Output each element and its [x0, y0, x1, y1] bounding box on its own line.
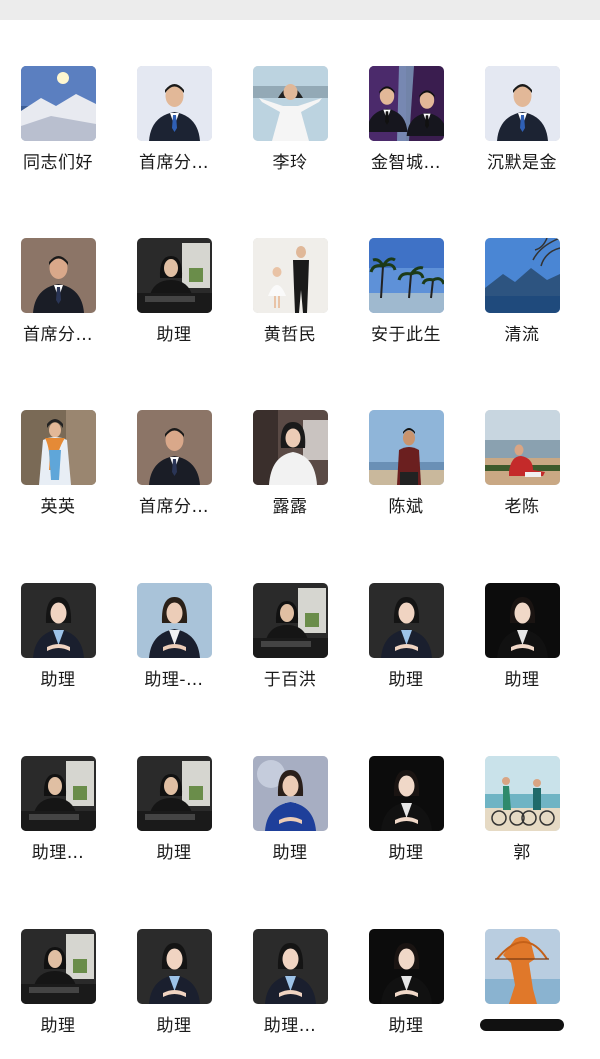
contact-item[interactable]: 助理 [232, 756, 348, 886]
snow-mountain-avatar [21, 66, 96, 141]
contact-item[interactable]: 老陈 [464, 410, 580, 540]
contact-name: 助理 [388, 843, 424, 863]
contact-name: 老陈 [504, 497, 540, 517]
contact-name: 助理 [388, 1016, 424, 1036]
woman-suit-black-avatar [369, 929, 444, 1004]
contact-name: 黄哲民 [263, 325, 317, 345]
contact-item[interactable]: 助理 [0, 583, 116, 713]
man-seaside-avatar [369, 410, 444, 485]
contact-name: 助理 [272, 843, 308, 863]
contact-name: 首席分… [23, 325, 93, 345]
contact-item[interactable]: 沉默是金 [464, 66, 580, 196]
contact-item[interactable]: 助理 [348, 929, 464, 1059]
woman-suit-black-avatar [369, 756, 444, 831]
woman-suit-dark-avatar [137, 929, 212, 1004]
woman-suit-dark-avatar [369, 583, 444, 658]
redacted-name [480, 1019, 564, 1031]
contact-item[interactable]: 李玲 [232, 66, 348, 196]
woman-suit-black-avatar [485, 583, 560, 658]
contact-item[interactable]: 助理 [348, 756, 464, 886]
man-suit-avatar [137, 66, 212, 141]
contact-item[interactable]: 陈斌 [348, 410, 464, 540]
contact-item[interactable]: 金智城… [348, 66, 464, 196]
woman-suit-dark-avatar [21, 583, 96, 658]
contact-item[interactable]: 黄哲民 [232, 238, 348, 368]
contact-item[interactable]: 安于此生 [348, 238, 464, 368]
contact-name: 助理 [40, 670, 76, 690]
contact-name: 助理 [504, 670, 540, 690]
contact-item[interactable]: 同志们好 [0, 66, 116, 196]
contact-item[interactable]: 助理… [0, 756, 116, 886]
contact-item[interactable]: 助理 [116, 756, 232, 886]
contact-item[interactable]: 助理 [0, 929, 116, 1059]
contact-item[interactable]: 郭 [464, 756, 580, 886]
contact-name: 郭 [513, 843, 531, 863]
woman-desk-avatar [253, 583, 328, 658]
contact-name: 助理… [263, 1016, 317, 1036]
contact-item[interactable]: 清流 [464, 238, 580, 368]
contact-item[interactable]: 助理 [116, 929, 232, 1059]
man-suit-brown-avatar [137, 410, 212, 485]
woman-desk-avatar [137, 238, 212, 313]
woman-white-dress-avatar [253, 66, 328, 141]
woman-desk-avatar [21, 756, 96, 831]
contact-name: 李玲 [272, 153, 308, 173]
contact-name: 首席分… [139, 497, 209, 517]
contact-name: 首席分… [139, 153, 209, 173]
woman-suit-blue-avatar [253, 756, 328, 831]
man-suit-avatar [485, 66, 560, 141]
contact-name: 陈斌 [388, 497, 424, 517]
couple-bikes-avatar [485, 756, 560, 831]
contact-item[interactable] [464, 929, 580, 1059]
contact-name: 助理… [31, 843, 85, 863]
contact-item[interactable]: 首席分… [0, 238, 116, 368]
woman-desk-avatar [137, 756, 212, 831]
contact-name: 于百洪 [263, 670, 317, 690]
contact-name: 助理 [156, 843, 192, 863]
woman-office-avatar [253, 410, 328, 485]
contact-item[interactable]: 英英 [0, 410, 116, 540]
palm-beach-avatar [369, 238, 444, 313]
woman-desk-avatar [21, 929, 96, 1004]
contact-name: 助理-… [144, 670, 204, 690]
contact-name: 助理 [388, 670, 424, 690]
archer-statue-avatar [485, 929, 560, 1004]
man-beach-avatar [485, 410, 560, 485]
contact-name: 助理 [40, 1016, 76, 1036]
contact-item[interactable]: 露露 [232, 410, 348, 540]
contact-name: 同志们好 [23, 153, 93, 173]
contact-item[interactable]: 助理… [232, 929, 348, 1059]
contact-name: 沉默是金 [487, 153, 557, 173]
contact-item[interactable]: 助理-… [116, 583, 232, 713]
two-men-avatar [369, 66, 444, 141]
contact-name: 助理 [156, 325, 192, 345]
contact-name: 露露 [272, 497, 308, 517]
woman-suit-dark-avatar [253, 929, 328, 1004]
contact-name: 清流 [504, 325, 540, 345]
contact-grid: 同志们好 首席分… 李玲 金智城… 沉默是金 首席分… 助理 黄哲民 安于此生 … [0, 0, 600, 1038]
woman-suit-light-avatar [137, 583, 212, 658]
contact-name: 助理 [156, 1016, 192, 1036]
contact-item[interactable]: 首席分… [116, 410, 232, 540]
contact-name: 金智城… [371, 153, 441, 173]
contact-item[interactable]: 助理 [116, 238, 232, 368]
contact-item[interactable]: 于百洪 [232, 583, 348, 713]
father-daughter-avatar [253, 238, 328, 313]
contact-item[interactable]: 首席分… [116, 66, 232, 196]
contact-item[interactable]: 助理 [348, 583, 464, 713]
contact-item[interactable]: 助理 [464, 583, 580, 713]
contact-name: 英英 [40, 497, 76, 517]
woman-scarf-avatar [21, 410, 96, 485]
lake-mountain-avatar [485, 238, 560, 313]
man-suit-brown-avatar [21, 238, 96, 313]
contact-name: 安于此生 [371, 325, 441, 345]
